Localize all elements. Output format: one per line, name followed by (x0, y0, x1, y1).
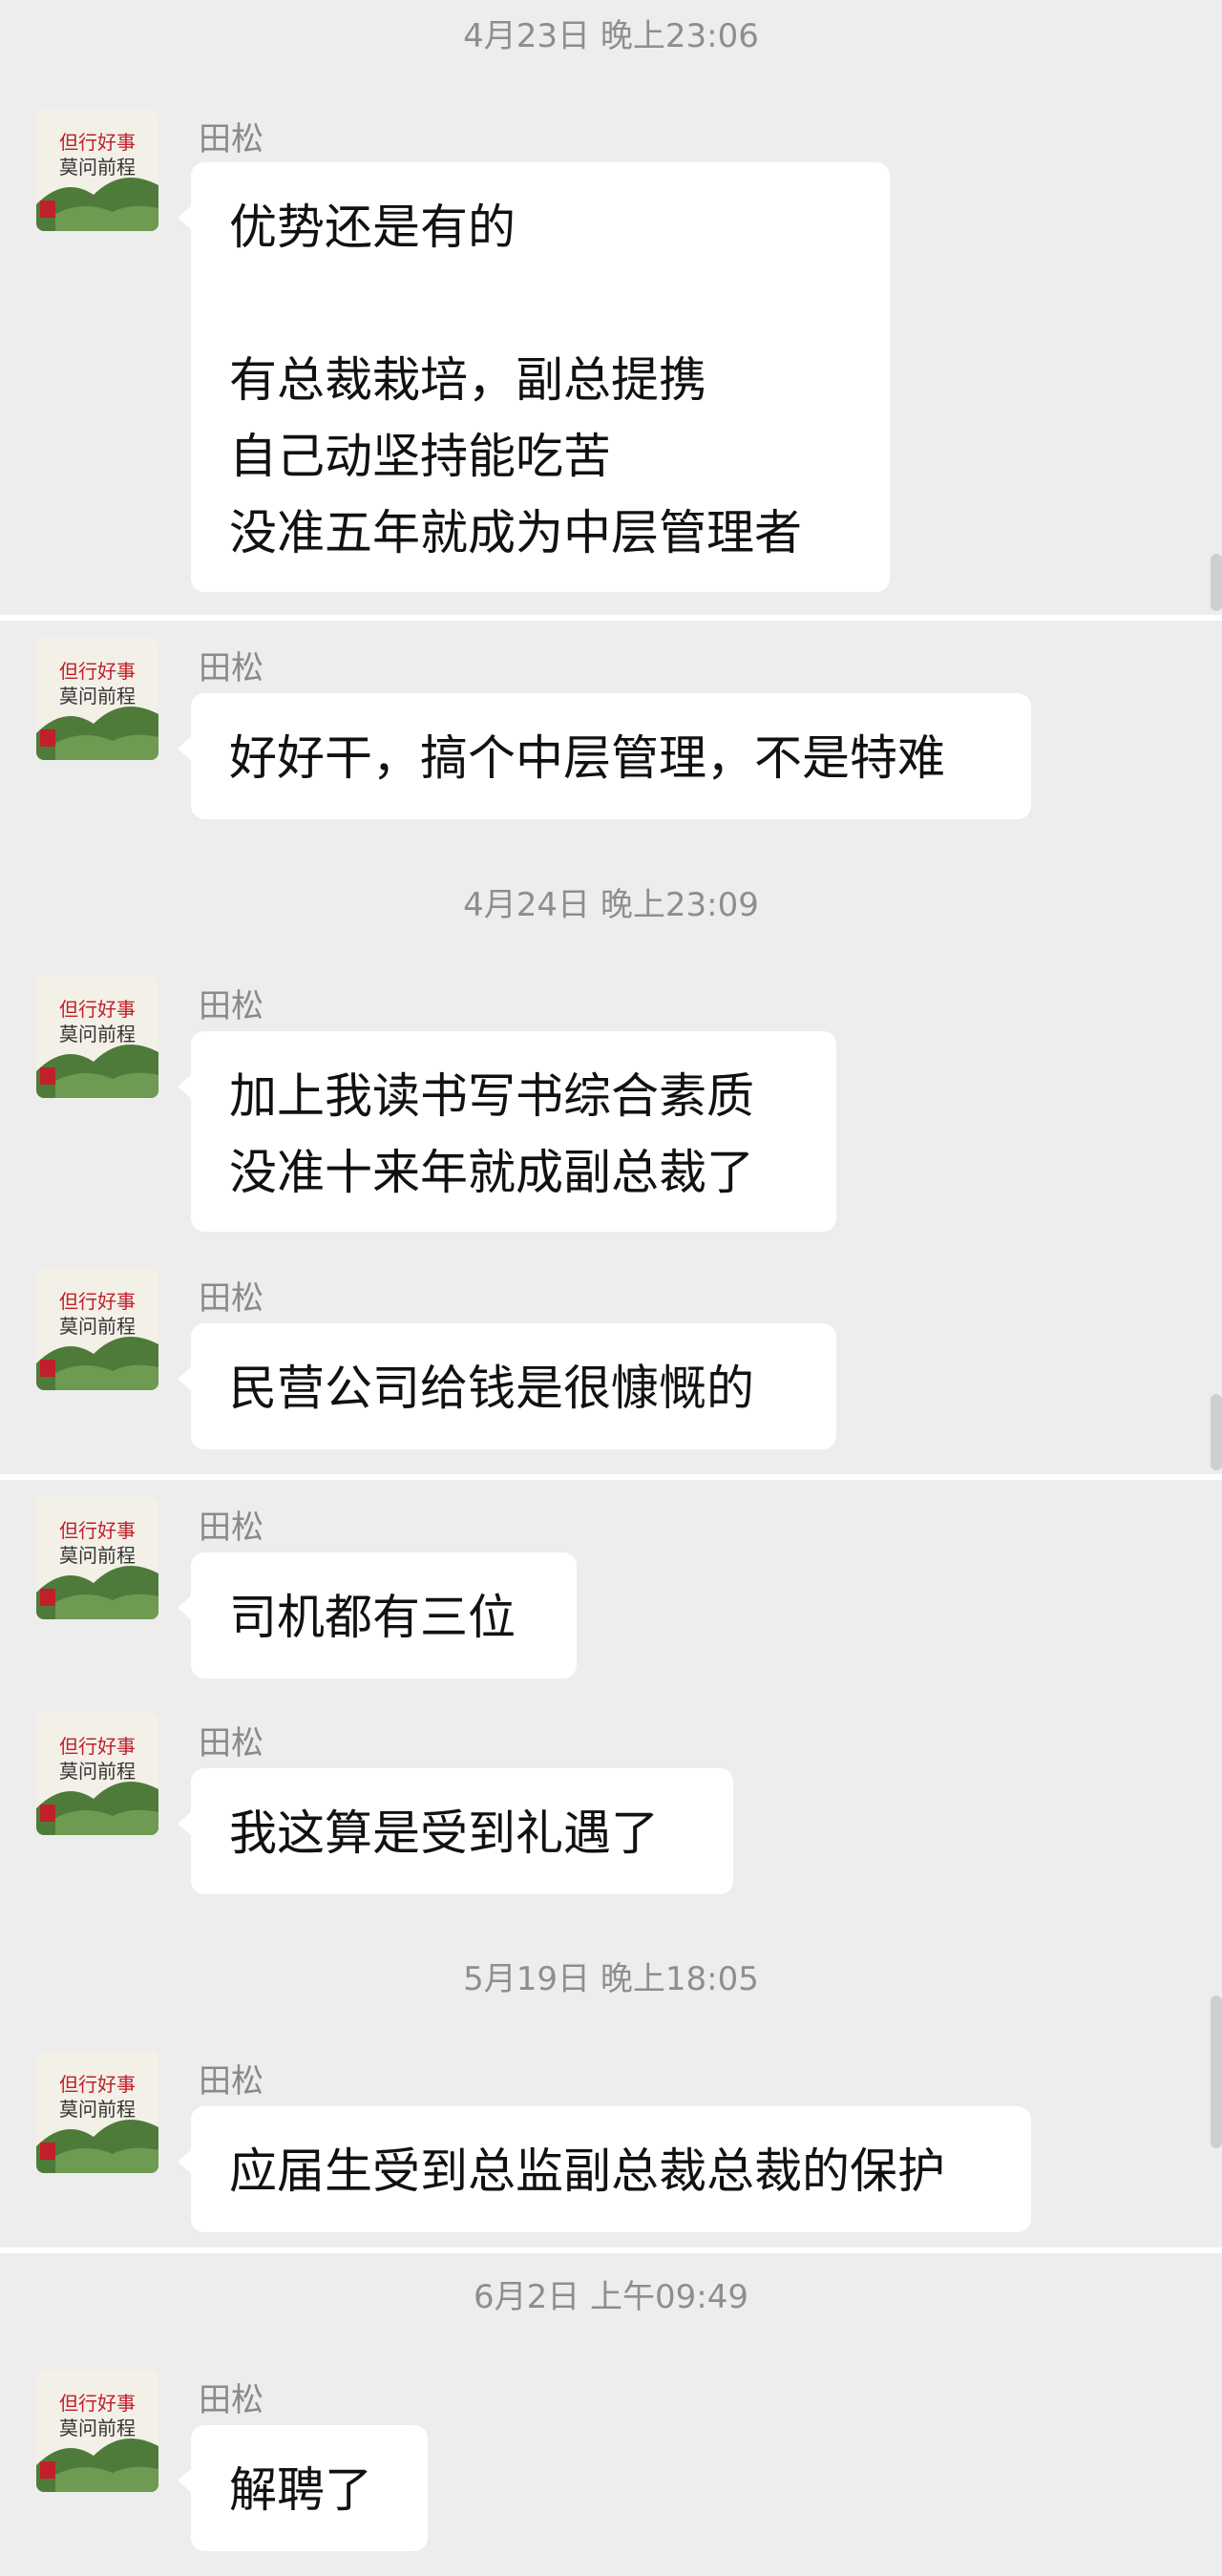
svg-text:但行好事: 但行好事 (59, 2073, 136, 2096)
svg-text:莫问前程: 莫问前程 (59, 685, 136, 707)
svg-text:莫问前程: 莫问前程 (59, 2098, 136, 2121)
timestamp: 4月24日 晚上23:09 (463, 886, 759, 924)
message-bubble[interactable]: 加上我读书写书综合素质 没准十来年就成副总裁了 (178, 1031, 836, 1232)
message-bubble[interactable]: 民营公司给钱是很慷慨的 (178, 1323, 836, 1449)
scrollbar[interactable] (1211, 1394, 1222, 1470)
svg-text:莫问前程: 莫问前程 (59, 1023, 136, 1045)
avatar[interactable]: 但行好事 莫问前程 (36, 2051, 158, 2173)
sender-name: 田松 (199, 1509, 263, 1547)
message-bubble[interactable]: 应届生受到总监副总裁总裁的保护 (178, 2106, 1031, 2232)
sender-name: 田松 (199, 120, 263, 158)
sender-name: 田松 (199, 987, 263, 1025)
message-bubble[interactable]: 好好干，搞个中层管理，不是特难 (178, 693, 1031, 819)
svg-text:但行好事: 但行好事 (59, 998, 136, 1021)
svg-text:莫问前程: 莫问前程 (59, 1315, 136, 1338)
sender-name: 田松 (199, 1724, 263, 1763)
avatar[interactable]: 但行好事 莫问前程 (36, 976, 158, 1098)
message-bubble[interactable]: 优势还是有的 有总裁栽培，副总提携 自己动坚持能吃苦 没准五年就成为中层管理者 (178, 162, 890, 592)
avatar[interactable]: 但行好事 莫问前程 (36, 1268, 158, 1390)
svg-text:但行好事: 但行好事 (59, 1519, 136, 1542)
svg-text:但行好事: 但行好事 (59, 1290, 136, 1313)
avatar[interactable]: 但行好事 莫问前程 (36, 1497, 158, 1619)
avatar[interactable]: 但行好事 莫问前程 (36, 1713, 158, 1835)
message-bubble[interactable]: 司机都有三位 (178, 1552, 577, 1679)
timestamp: 6月2日 上午09:49 (473, 2278, 749, 2316)
svg-text:莫问前程: 莫问前程 (59, 1760, 136, 1783)
svg-text:但行好事: 但行好事 (59, 660, 136, 683)
timestamp: 5月19日 晚上18:05 (463, 1960, 759, 1998)
message-bubble[interactable]: 解聘了 (178, 2425, 428, 2551)
svg-text:莫问前程: 莫问前程 (59, 2417, 136, 2439)
svg-text:莫问前程: 莫问前程 (59, 156, 136, 179)
svg-text:莫问前程: 莫问前程 (59, 1544, 136, 1567)
divider (0, 1474, 1222, 1480)
divider (0, 615, 1222, 621)
avatar[interactable]: 但行好事 莫问前程 (36, 2370, 158, 2492)
sender-name: 田松 (199, 649, 263, 687)
divider (0, 2248, 1222, 2253)
sender-name: 田松 (199, 1279, 263, 1318)
svg-text:但行好事: 但行好事 (59, 131, 136, 154)
timestamp: 4月23日 晚上23:06 (463, 17, 759, 55)
scrollbar[interactable] (1211, 1995, 1222, 2148)
message-bubble[interactable]: 我这算是受到礼遇了 (178, 1768, 733, 1894)
sender-name: 田松 (199, 2381, 263, 2419)
scrollbar[interactable] (1211, 554, 1222, 611)
sender-name: 田松 (199, 2062, 263, 2101)
avatar[interactable]: 但行好事 莫问前程 (36, 638, 158, 760)
svg-text:但行好事: 但行好事 (59, 1735, 136, 1758)
avatar[interactable]: 但行好事 莫问前程 (36, 109, 158, 231)
svg-text:但行好事: 但行好事 (59, 2392, 136, 2415)
